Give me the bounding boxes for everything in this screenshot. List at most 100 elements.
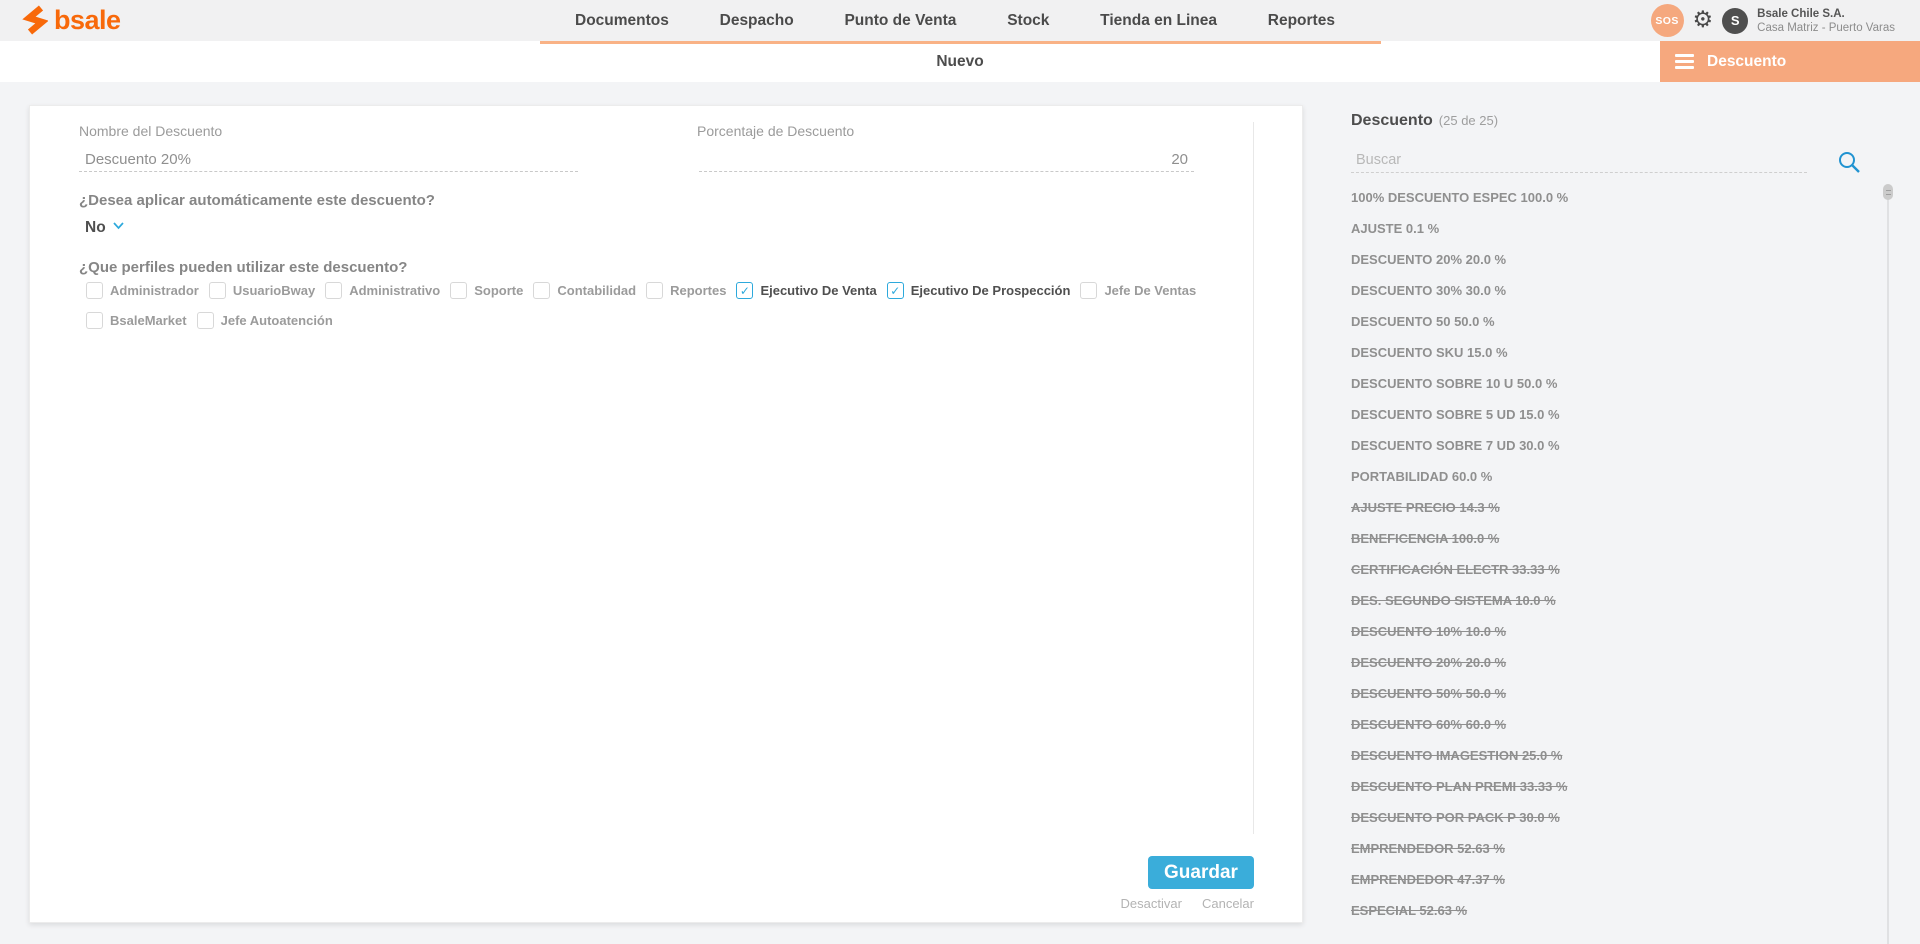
sidebar-header-title: Descuento	[1707, 53, 1786, 71]
list-item[interactable]: DESCUENTO 50 50.0 %	[1351, 306, 1881, 337]
topnav-item-stock[interactable]: Stock	[1007, 12, 1049, 30]
topnav-item-tienda-en-linea[interactable]: Tienda en Linea	[1100, 12, 1217, 30]
list-item[interactable]: DESCUENTO 20% 20.0 %	[1351, 244, 1881, 275]
profile-label: Jefe De Ventas	[1104, 283, 1196, 298]
company-info: Bsale Chile S.A. Casa Matriz - Puerto Va…	[1757, 7, 1895, 35]
sidebar-header: Descuento	[1660, 41, 1920, 82]
profile-checkbox-administrador[interactable]: Administrador	[86, 282, 199, 299]
checkbox-checked-icon: ✓	[736, 282, 753, 299]
name-field-wrap	[79, 148, 578, 172]
profile-label: Soporte	[474, 283, 523, 298]
list-item[interactable]: DESCUENTO PLAN PREMI 33.33 %	[1351, 771, 1881, 802]
discount-form-card: Nombre del Descuento Porcentaje de Descu…	[29, 105, 1303, 923]
percent-label: Porcentaje de Descuento	[697, 123, 854, 139]
form-links: Desactivar Cancelar	[1030, 896, 1254, 911]
checkbox-icon	[646, 282, 663, 299]
checkbox-icon	[86, 282, 103, 299]
scrollbar-track[interactable]	[1887, 198, 1889, 944]
search-input[interactable]	[1351, 148, 1807, 172]
checkbox-checked-icon: ✓	[887, 282, 904, 299]
list-item[interactable]: DESCUENTO 30% 30.0 %	[1351, 275, 1881, 306]
profile-checkbox-jefe-de-ventas[interactable]: Jefe De Ventas	[1080, 282, 1196, 299]
list-item[interactable]: DESCUENTO 50% 50.0 %	[1351, 678, 1881, 709]
list-item[interactable]: AJUSTE 0.1 %	[1351, 213, 1881, 244]
account-cluster: SOS ⚙ S Bsale Chile S.A. Casa Matriz - P…	[1651, 0, 1895, 41]
app-root: bsale Documentos Despacho Punto de Venta St…	[0, 0, 1920, 944]
checkbox-icon	[325, 282, 342, 299]
gear-icon[interactable]: ⚙	[1693, 9, 1714, 32]
list-item[interactable]: EMPRENDEDOR 47.37 %	[1351, 864, 1881, 895]
profile-checkbox-soporte[interactable]: Soporte	[450, 282, 523, 299]
profile-checkbox-jefe-autoatención[interactable]: Jefe Autoatención	[197, 312, 333, 329]
list-item[interactable]: CERTIFICACIÓN ELECTR 33.33 %	[1351, 554, 1881, 585]
list-item[interactable]: PORTABILIDAD 60.0 %	[1351, 461, 1881, 492]
list-item[interactable]: DESCUENTO SKU 15.0 %	[1351, 337, 1881, 368]
sub-navigation: Nuevo	[0, 41, 1660, 82]
list-item[interactable]: EMPRENDEDOR 52.63 %	[1351, 833, 1881, 864]
scrollbar-thumb[interactable]	[1883, 184, 1893, 200]
checkbox-icon	[450, 282, 467, 299]
name-label: Nombre del Descuento	[79, 123, 222, 139]
profile-checkbox-bsalemarket[interactable]: BsaleMarket	[86, 312, 187, 329]
list-item[interactable]: DESCUENTO 20% 20.0 %	[1351, 647, 1881, 678]
list-item[interactable]: DESCUENTO SOBRE 5 UD 15.0 %	[1351, 399, 1881, 430]
subnav-item-nuevo[interactable]: Nuevo	[880, 41, 1040, 82]
profile-label: Administrador	[110, 283, 199, 298]
cancel-link[interactable]: Cancelar	[1202, 896, 1254, 911]
topnav-item-punto-de-venta[interactable]: Punto de Venta	[844, 12, 956, 30]
topnav-item-documentos[interactable]: Documentos	[575, 12, 669, 30]
profiles-checkbox-group: Administrador UsuarioBway Administrativo So…	[86, 282, 1256, 329]
profile-checkbox-ejecutivo-de-venta[interactable]: ✓Ejecutivo De Venta	[736, 282, 876, 299]
list-item[interactable]: DESCUENTO 60% 60.0 %	[1351, 709, 1881, 740]
avatar[interactable]: S	[1722, 8, 1748, 34]
list-item[interactable]: BENEFICENCIA 100.0 %	[1351, 523, 1881, 554]
list-item[interactable]: DESCUENTO SOBRE 10 U 50.0 %	[1351, 368, 1881, 399]
company-branch: Casa Matriz - Puerto Varas	[1757, 21, 1895, 35]
panel-title-row: Descuento (25 de 25)	[1351, 112, 1891, 130]
discount-list-panel: Descuento(25 de 25) 100% DESCUENTO ESPEC…	[1351, 112, 1891, 130]
bsale-bolt-icon	[22, 5, 48, 35]
save-button[interactable]: Guardar	[1148, 856, 1254, 889]
list-item[interactable]: DESCUENTO 10% 10.0 %	[1351, 616, 1881, 647]
list-item[interactable]: AJUSTE PRECIO 14.3 %	[1351, 492, 1881, 523]
profiles-question: ¿Que perfiles pueden utilizar este descu…	[79, 259, 407, 276]
percent-field-wrap	[699, 148, 1194, 172]
auto-apply-value: No	[85, 219, 106, 237]
checkbox-icon	[209, 282, 226, 299]
topnav-item-despacho[interactable]: Despacho	[720, 12, 794, 30]
list-item[interactable]: DESCUENTO SOBRE 7 UD 30.0 %	[1351, 430, 1881, 461]
active-nav-underline	[540, 41, 1381, 44]
name-input[interactable]	[79, 148, 578, 171]
search-field-wrap	[1351, 148, 1807, 173]
checkbox-icon	[197, 312, 214, 329]
panel-count: (25 de 25)	[1439, 113, 1498, 128]
panel-title: Descuento	[1351, 112, 1433, 129]
list-item[interactable]: DESCUENTO POR PACK P 30.0 %	[1351, 802, 1881, 833]
profile-label: Reportes	[670, 283, 726, 298]
menu-icon[interactable]	[1675, 54, 1694, 69]
auto-apply-select[interactable]: No	[85, 219, 124, 237]
profile-checkbox-usuariobway[interactable]: UsuarioBway	[209, 282, 315, 299]
list-item[interactable]: ESPECIAL 52.63 %	[1351, 895, 1881, 926]
profile-checkbox-reportes[interactable]: Reportes	[646, 282, 726, 299]
deactivate-link[interactable]: Desactivar	[1121, 896, 1182, 911]
list-item[interactable]: DES. SEGUNDO SISTEMA 10.0 %	[1351, 585, 1881, 616]
search-icon[interactable]	[1837, 150, 1862, 175]
company-name: Bsale Chile S.A.	[1757, 7, 1895, 21]
checkbox-icon	[86, 312, 103, 329]
profile-checkbox-administrativo[interactable]: Administrativo	[325, 282, 440, 299]
profile-label: Ejecutivo De Prospección	[911, 283, 1071, 298]
auto-apply-question: ¿Desea aplicar automáticamente este desc…	[79, 192, 435, 209]
top-navigation: Documentos Despacho Punto de Venta Stock Tie…	[575, 0, 1335, 41]
profile-checkbox-contabilidad[interactable]: Contabilidad	[533, 282, 636, 299]
topnav-item-reportes[interactable]: Reportes	[1268, 12, 1335, 30]
sos-button[interactable]: SOS	[1651, 4, 1684, 37]
checkbox-icon	[1080, 282, 1097, 299]
profile-checkbox-ejecutivo-de-prospección[interactable]: ✓ Ejecutivo De Prospección	[887, 282, 1071, 299]
list-item[interactable]: 100% DESCUENTO ESPEC 100.0 %	[1351, 182, 1881, 213]
list-item[interactable]: DESCUENTO IMAGESTION 25.0 %	[1351, 740, 1881, 771]
percent-input[interactable]	[699, 148, 1194, 171]
bsale-logo[interactable]: bsale	[22, 5, 121, 35]
profile-label: BsaleMarket	[110, 313, 187, 328]
profile-label: UsuarioBway	[233, 283, 315, 298]
